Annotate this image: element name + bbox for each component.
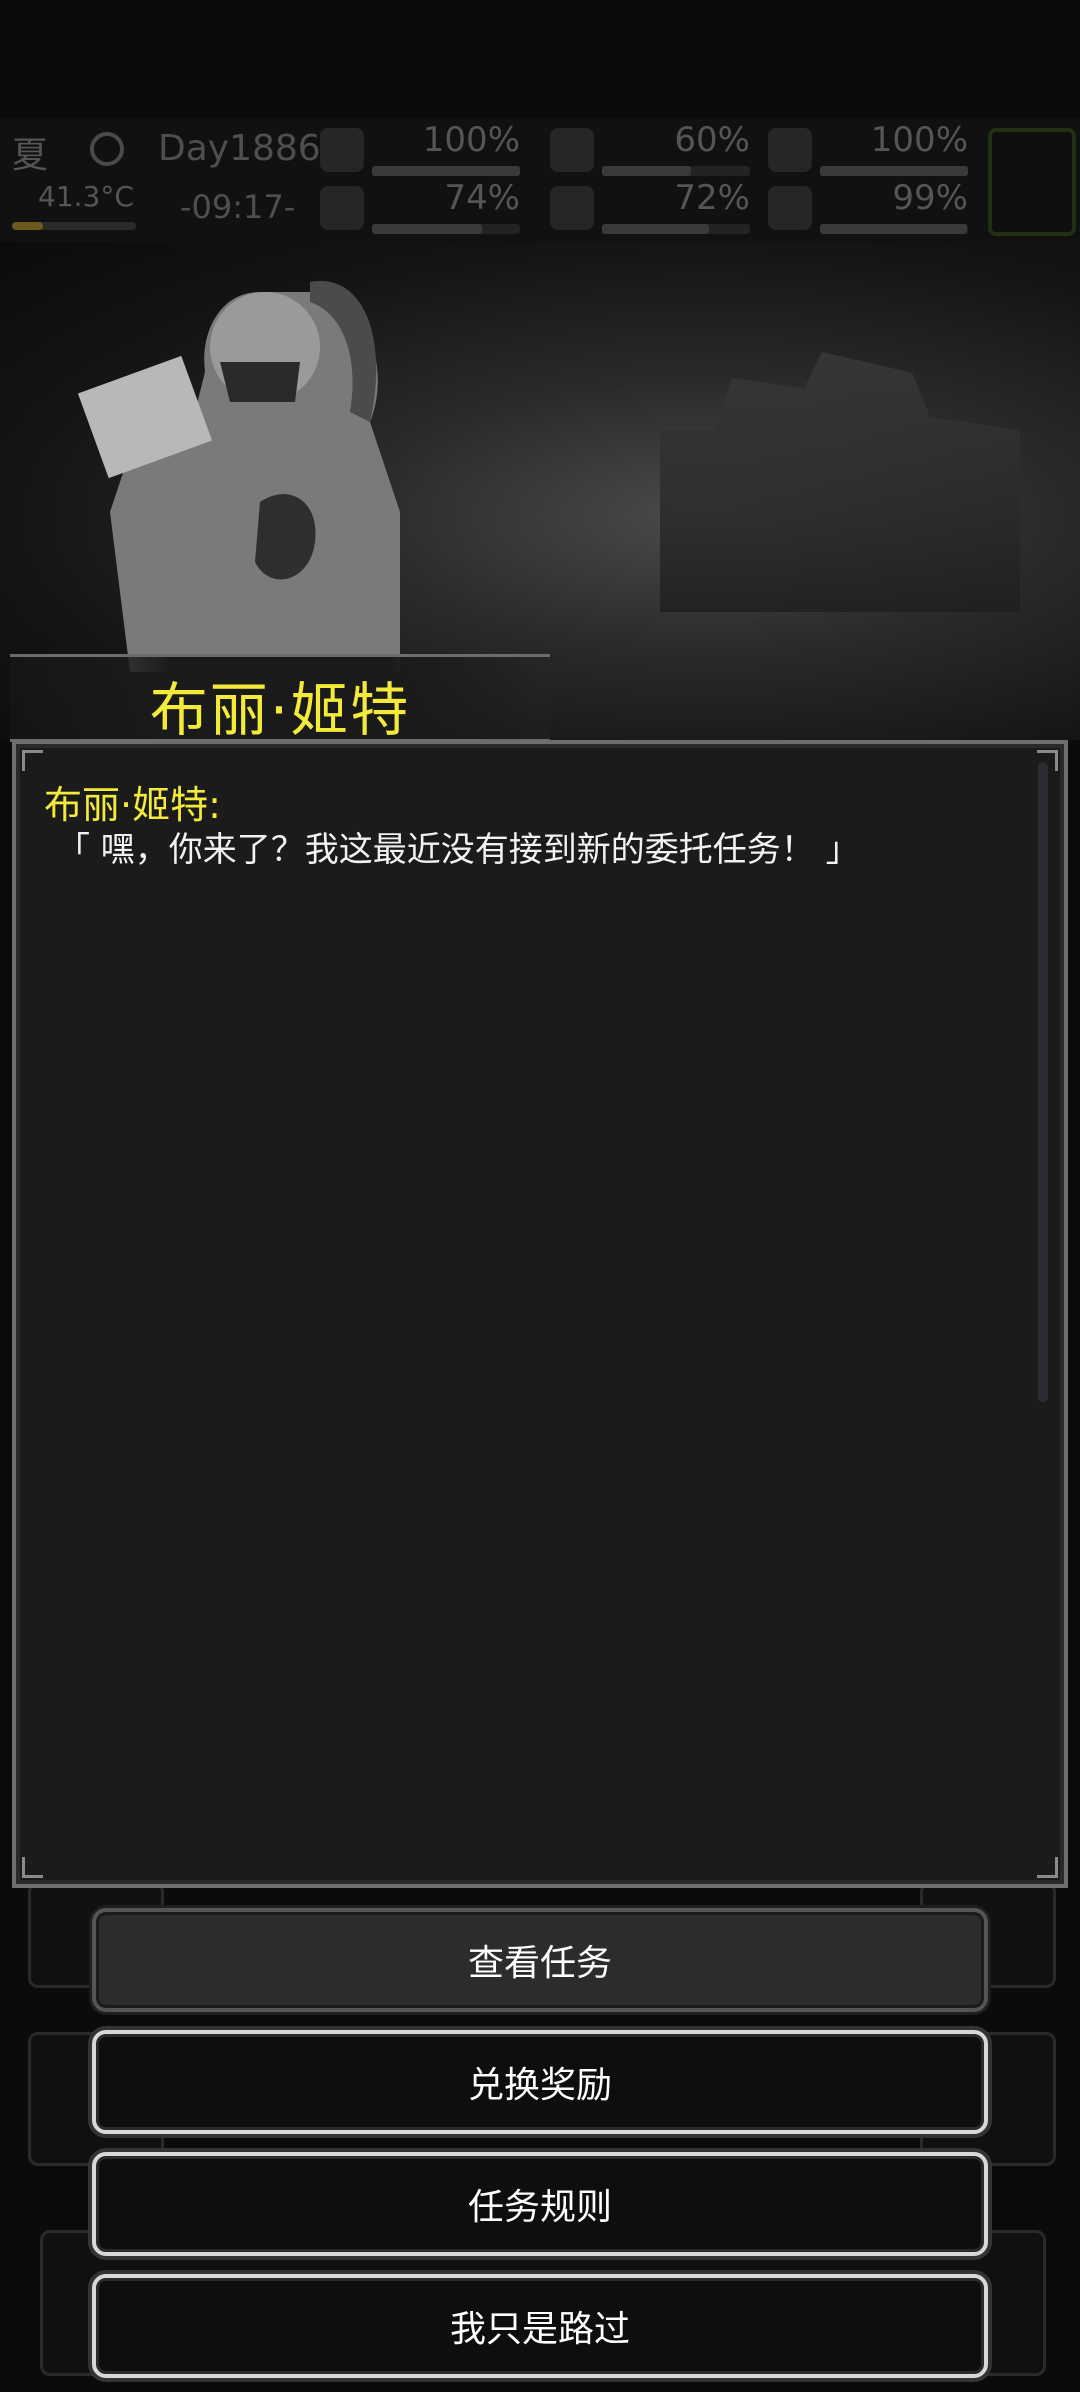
ruined-building-image: [660, 352, 1020, 612]
stat-medicine[interactable]: 100%: [768, 120, 968, 182]
dialog-scrollbar[interactable]: [1038, 762, 1048, 1402]
task-rules-button[interactable]: 任务规则: [92, 2152, 988, 2256]
water-drop-icon: [550, 186, 594, 230]
npc-name: 布丽·姬特: [149, 676, 411, 744]
stat-thirst[interactable]: 72%: [550, 178, 750, 240]
stat-health[interactable]: 100%: [320, 120, 520, 182]
season-indicator: 夏: [12, 135, 49, 176]
view-tasks-button[interactable]: 查看任务: [92, 1908, 988, 2012]
stat-hunger[interactable]: 60%: [550, 120, 750, 182]
redeem-rewards-button[interactable]: 兑换奖励: [92, 2030, 988, 2134]
heart-icon: [768, 186, 812, 230]
equipment-slot[interactable]: [988, 128, 1076, 236]
stat-mood[interactable]: 99%: [768, 178, 968, 240]
status-hud: 夏 41.3°C Day1886 -09:17- 100% 60% 100% 7…: [0, 118, 1080, 242]
stomach-icon: [550, 128, 594, 172]
temperature-readout: 41.3°C: [38, 180, 134, 213]
sun-icon: [82, 126, 136, 176]
dialog-text: 「 嘿，你来了？我这最近没有接到新的委托任务！ 」: [56, 830, 860, 870]
medkit-icon: [320, 128, 364, 172]
day-counter: Day1886: [158, 128, 321, 169]
pill-icon: [768, 128, 812, 172]
dialog-panel: 布丽·姬特: 「 嘿，你来了？我这最近没有接到新的委托任务！ 」: [12, 740, 1068, 1888]
dialog-speaker: 布丽·姬特:: [44, 783, 221, 827]
just-passing-button[interactable]: 我只是路过: [92, 2274, 988, 2378]
npc-name-banner: 布丽·姬特: [10, 654, 550, 744]
flask-icon: [320, 186, 364, 230]
temperature-bar: [12, 222, 136, 230]
corner-ornament: [22, 1857, 43, 1878]
corner-ornament: [1037, 1857, 1058, 1878]
corner-ornament: [22, 750, 43, 771]
stat-toxin[interactable]: 74%: [320, 178, 520, 240]
npc-portrait: [77, 280, 400, 672]
game-clock: -09:17-: [180, 188, 296, 226]
